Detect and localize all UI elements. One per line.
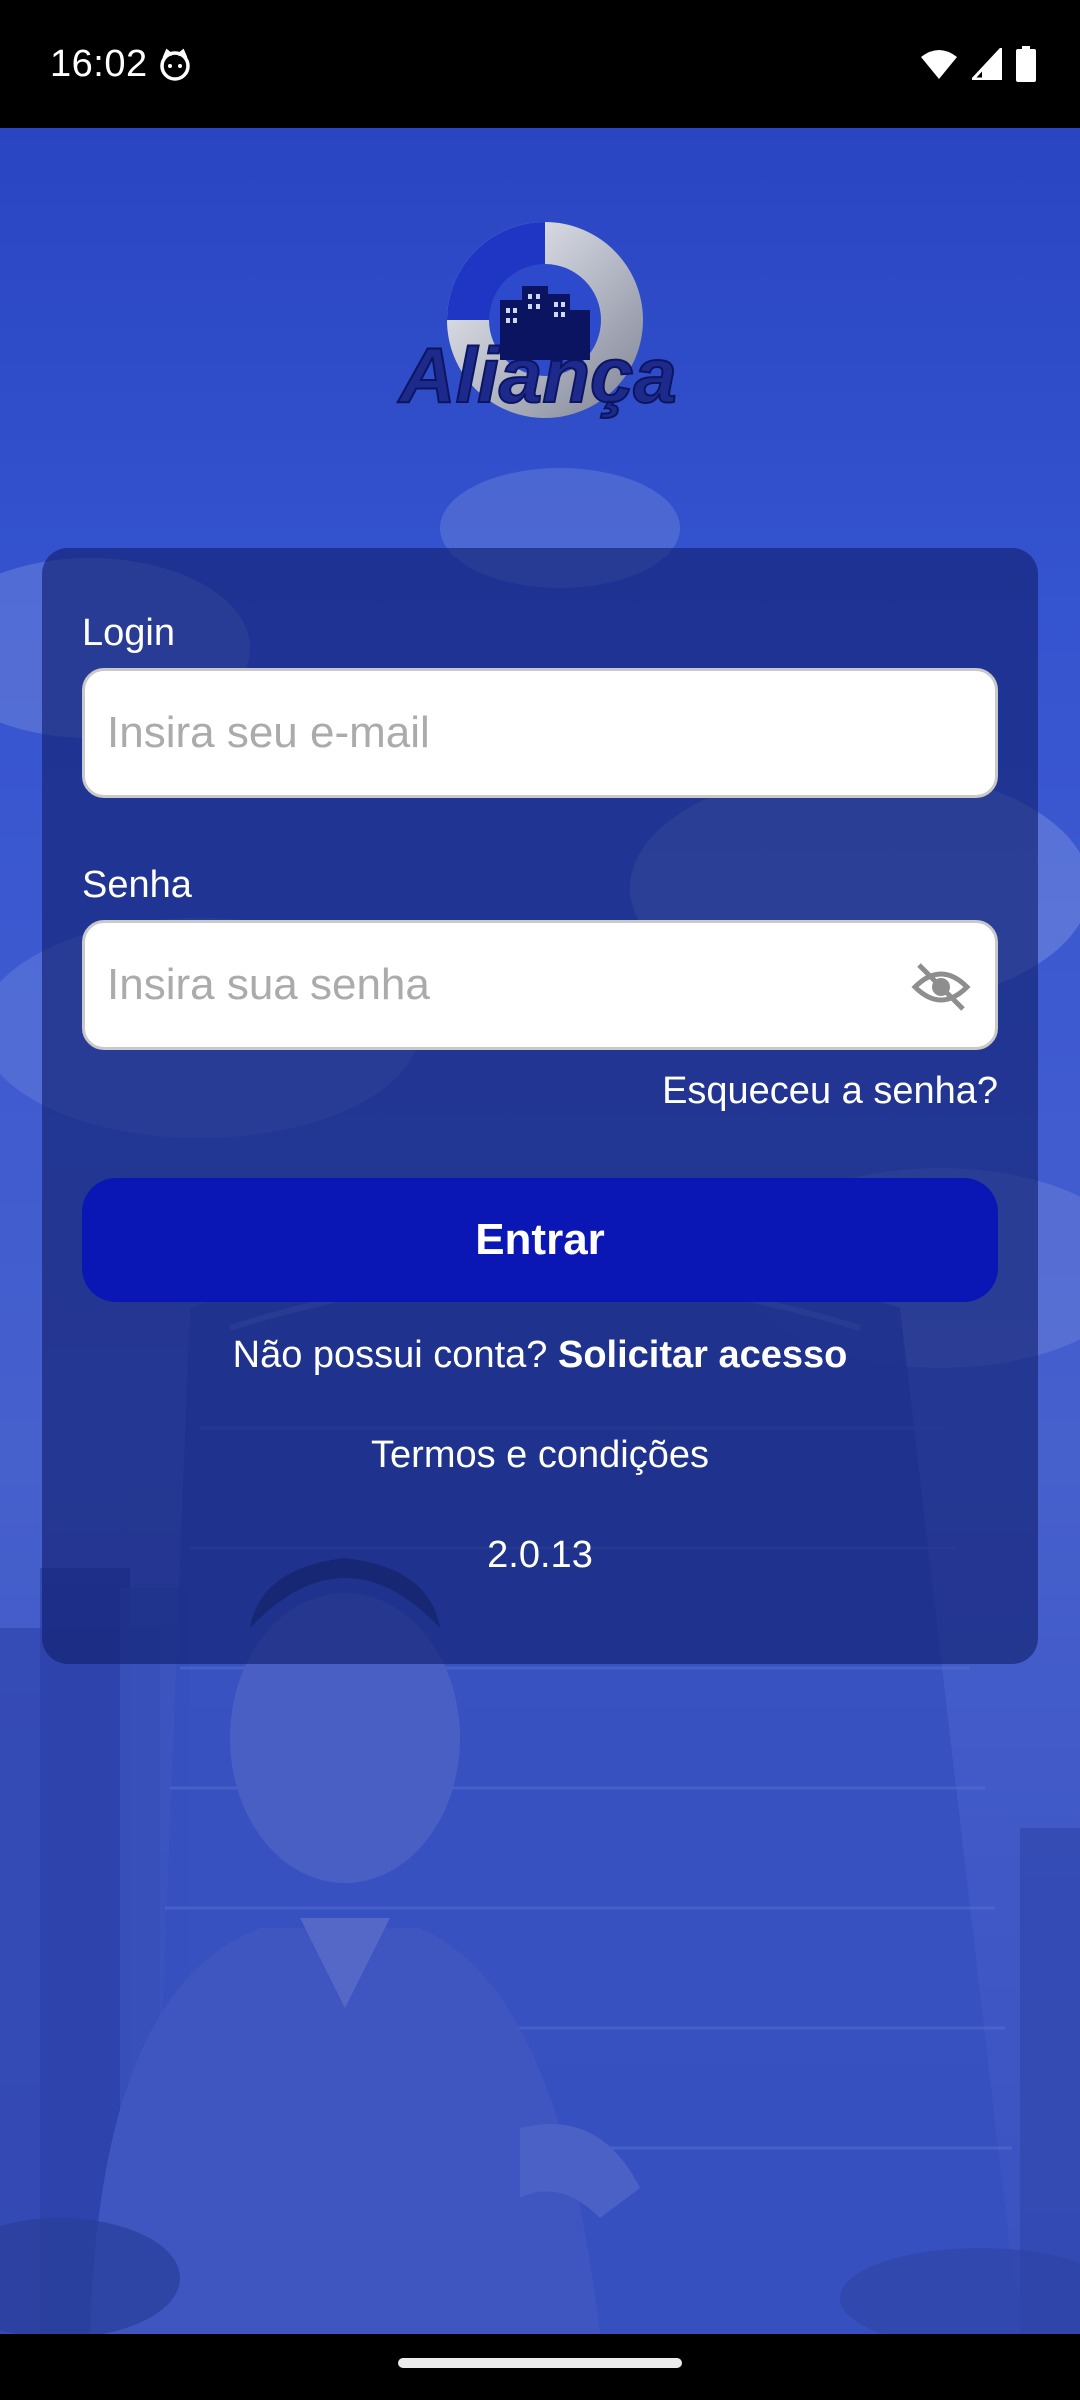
- email-input[interactable]: [107, 671, 927, 795]
- login-card: Login Senha Esqueceu a senha? Entrar Não…: [42, 548, 1038, 1664]
- login-screen: 16:02 Aliança Login Insira seu e-mail Se…: [0, 0, 1080, 2400]
- app-version: 2.0.13: [487, 1534, 593, 1576]
- alianca-logo: Aliança: [396, 222, 678, 420]
- password-input-box[interactable]: [82, 920, 998, 1050]
- logo-wordmark: Aliança: [397, 331, 676, 419]
- status-icons: [920, 44, 1036, 84]
- home-indicator[interactable]: [398, 2358, 682, 2368]
- eye-off-icon[interactable]: [911, 959, 971, 1015]
- navigation-bar: [0, 2334, 1080, 2400]
- status-time: 16:02: [50, 43, 148, 85]
- password-label: Senha: [82, 864, 192, 906]
- forgot-password-link[interactable]: Esqueceu a senha?: [662, 1068, 998, 1114]
- wifi-icon: [921, 50, 957, 79]
- battery-icon: [1016, 46, 1036, 82]
- login-label: Login: [82, 612, 175, 654]
- password-input[interactable]: [107, 923, 927, 1047]
- cellular-signal-icon: [972, 48, 1002, 80]
- login-input-box[interactable]: [82, 668, 998, 798]
- status-bar: 16:02: [0, 0, 1080, 128]
- signup-row: Não possui conta? Solicitar acesso: [42, 1330, 1038, 1380]
- no-account-text: Não possui conta?: [232, 1334, 558, 1376]
- cat-notification-icon: [160, 48, 190, 81]
- terms-link[interactable]: Termos e condições: [42, 1430, 1038, 1480]
- request-access-link[interactable]: Solicitar acesso: [558, 1334, 847, 1376]
- login-button[interactable]: Entrar: [82, 1178, 998, 1302]
